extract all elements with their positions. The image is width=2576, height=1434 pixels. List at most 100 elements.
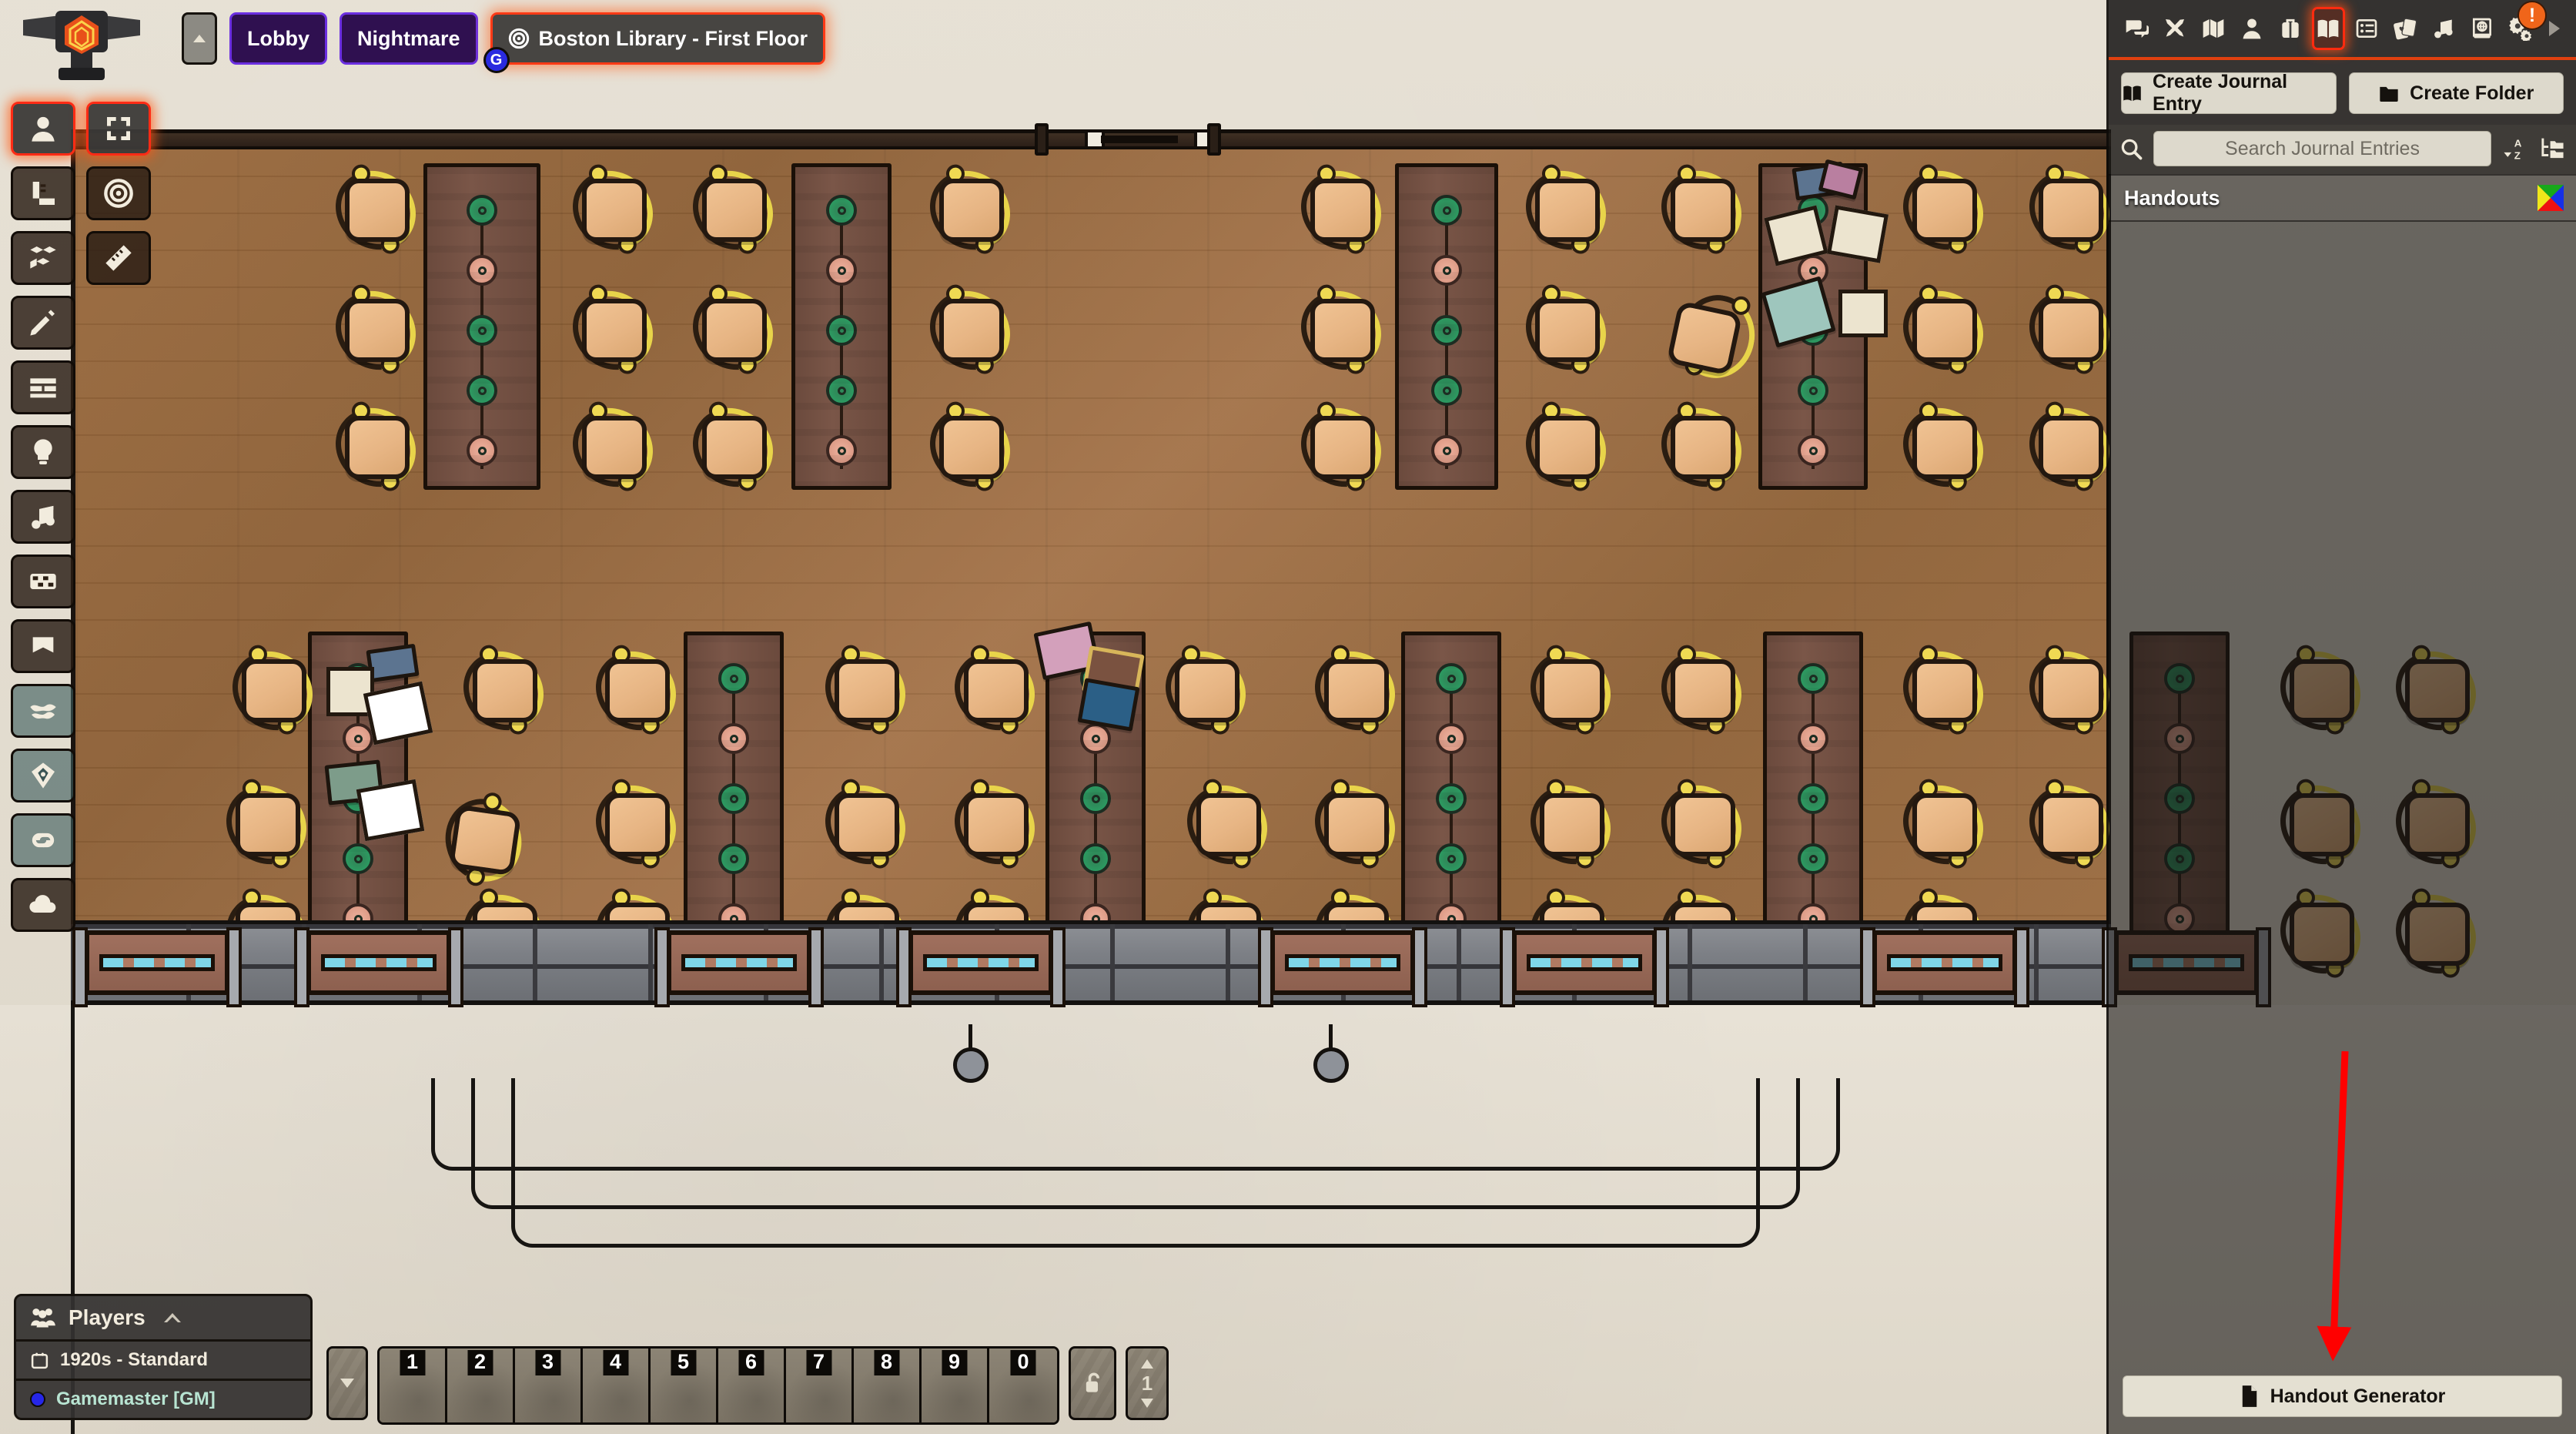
hotbar-slot[interactable]: 9 [922,1349,989,1422]
sidebar-tab-playlists[interactable] [2427,7,2461,50]
desk[interactable] [582,416,647,479]
desk[interactable] [939,416,1004,479]
desk[interactable] [2039,659,2103,722]
tool-target-controls[interactable] [86,166,151,220]
desk[interactable] [448,804,522,876]
desk[interactable] [1671,416,1735,479]
desk[interactable] [1535,179,1600,242]
create-journal-entry-button[interactable]: Create Journal Entry [2121,71,2337,115]
sidebar-collapse-button[interactable] [2542,18,2565,39]
sidebar-tab-combat[interactable] [2158,7,2192,50]
bookshelf[interactable] [1395,163,1498,490]
desk[interactable] [1912,299,1977,362]
hotbar-slot[interactable]: 3 [515,1349,583,1422]
foundry-logo[interactable] [12,6,151,80]
desk[interactable] [345,416,410,479]
tool-select-all[interactable] [86,102,151,156]
desk[interactable] [1196,793,1261,856]
desk[interactable] [1310,299,1375,362]
desk[interactable] [1540,659,1604,722]
desk[interactable] [242,659,306,722]
desk[interactable] [1324,793,1389,856]
desk[interactable] [1912,179,1977,242]
hotbar-slot[interactable]: 4 [583,1349,651,1422]
window[interactable] [896,927,1066,1007]
desk[interactable] [702,179,767,242]
window[interactable] [1258,927,1427,1007]
desk[interactable] [835,659,899,722]
sidebar-tab-settings[interactable]: ! [2504,1,2547,50]
nav-collapse-button[interactable] [182,12,217,65]
window[interactable] [1500,927,1669,1007]
bookshelf[interactable] [423,163,540,490]
desk[interactable] [1540,793,1604,856]
desk[interactable] [1671,793,1735,856]
bookshelf[interactable] [1401,632,1501,947]
tool-cloud[interactable] [11,878,75,932]
tool-walls-controls[interactable] [11,360,75,414]
desk[interactable] [1175,659,1239,722]
desk[interactable] [2039,416,2103,479]
sidebar-tab-journal[interactable] [2311,7,2346,50]
desk[interactable] [939,179,1004,242]
tool-weather-effects[interactable] [11,684,75,738]
tool-notes-controls[interactable] [11,619,75,673]
hotbar-slot[interactable]: 5 [651,1349,718,1422]
sidebar-tab-scenes[interactable] [2196,7,2230,50]
desk[interactable] [345,299,410,362]
tool-token-controls[interactable] [11,102,75,156]
desk[interactable] [1671,659,1735,722]
window[interactable] [1860,927,2029,1007]
tool-regions-controls[interactable] [11,555,75,608]
scene-tab-lobby[interactable]: Lobby [229,12,327,65]
sidebar-tab-chat[interactable] [2119,7,2153,50]
tool-measure-template-controls[interactable] [11,166,75,220]
desk[interactable] [582,179,647,242]
desk[interactable] [1912,793,1977,856]
handout-generator-button[interactable]: Handout Generator [2123,1375,2562,1417]
sidebar-tab-compendium[interactable] [2465,7,2499,50]
tool-drawing-controls[interactable] [11,296,75,350]
hotbar-slot[interactable]: 8 [854,1349,922,1422]
desk[interactable] [1671,179,1735,242]
scene-tab-nightmare[interactable]: Nightmare [340,12,478,65]
desk[interactable] [582,299,647,362]
tool-link[interactable] [11,813,75,867]
desk[interactable] [702,416,767,479]
sidebar-tab-cards[interactable] [2388,7,2422,50]
player-row[interactable]: Gamemaster [GM] [16,1381,310,1418]
sidebar-tab-items[interactable] [2273,7,2307,50]
desk[interactable] [835,793,899,856]
folder-tree-icon[interactable] [2539,136,2565,162]
scene-tab-boston-library-first-floor[interactable]: Boston Library - First Floor G [483,12,826,73]
desk[interactable] [605,659,670,722]
desk[interactable] [2039,179,2103,242]
hotbar-page-prev-button[interactable] [326,1346,368,1420]
window[interactable] [294,927,463,1007]
desk[interactable] [2039,299,2103,362]
desk[interactable] [1324,659,1389,722]
desk[interactable] [2039,793,2103,856]
desk[interactable] [1535,416,1600,479]
bookshelf[interactable] [684,632,784,947]
desk[interactable] [1912,659,1977,722]
sort-alpha-down-icon[interactable]: A Z [2502,136,2528,162]
sidebar-tab-actors[interactable] [2235,7,2269,50]
desk[interactable] [1310,416,1375,479]
hotbar-slot[interactable]: 1 [380,1349,447,1422]
window[interactable] [654,927,824,1007]
hotbar-slot[interactable]: 7 [786,1349,854,1422]
search-input[interactable] [2153,131,2491,166]
hotbar-slot[interactable]: 6 [718,1349,786,1422]
desk[interactable] [1310,179,1375,242]
desk[interactable] [1912,416,1977,479]
desk[interactable] [939,299,1004,362]
create-folder-button[interactable]: Create Folder [2348,72,2564,114]
players-header[interactable]: Players [16,1296,310,1339]
hotbar-lock-button[interactable] [1069,1346,1116,1420]
desk[interactable] [345,179,410,242]
desk[interactable] [473,659,537,722]
desk[interactable] [1535,299,1600,362]
desk[interactable] [605,793,670,856]
tool-lighting-controls[interactable] [11,425,75,479]
